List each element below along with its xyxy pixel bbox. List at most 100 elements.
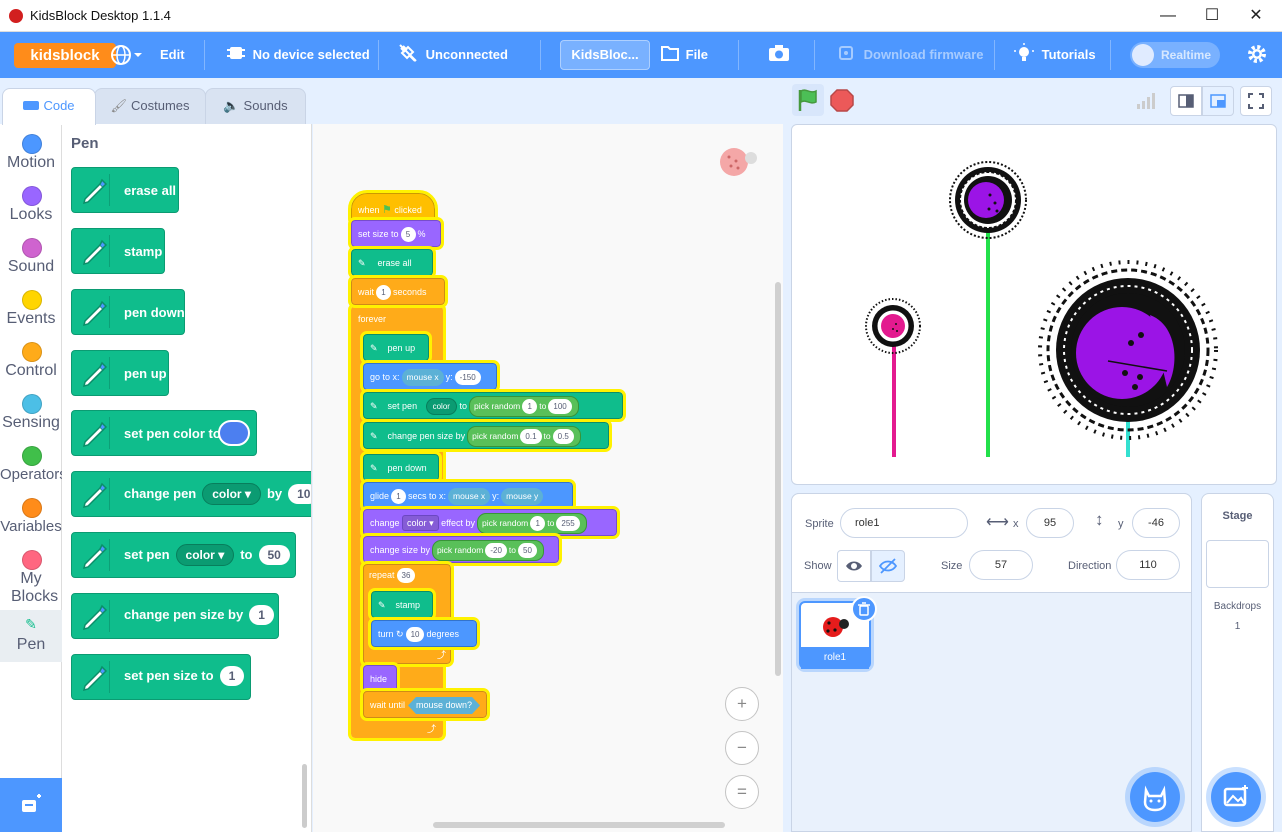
number-input[interactable]: 1 <box>391 489 407 504</box>
number-input[interactable]: -150 <box>454 370 481 385</box>
param-dropdown[interactable]: color ▾ <box>175 544 235 566</box>
turn-block[interactable]: turn ↻ 10 degrees <box>368 617 480 650</box>
zoom-reset-button[interactable]: = <box>725 775 759 809</box>
number-input[interactable]: 1 <box>376 285 392 300</box>
tab-code[interactable]: Code <box>2 88 96 125</box>
change-pen-size-block[interactable]: ✎ change pen size by pick random 0.1 to 0.5 <box>360 419 612 452</box>
number-input[interactable]: 50 <box>518 543 537 558</box>
vertical-scrollbar[interactable] <box>775 282 781 676</box>
script-workspace[interactable]: when ⚑ clicked set size to 5% ✎ erase all … <box>313 124 783 832</box>
category-sound[interactable]: Sound <box>0 232 62 284</box>
number-input[interactable]: 1 <box>530 516 546 531</box>
green-flag-button[interactable] <box>792 84 824 116</box>
pick-random-reporter[interactable]: pick random -20 to 50 <box>432 540 544 561</box>
param-dropdown[interactable]: color ▾ <box>202 483 261 505</box>
number-input[interactable]: 0.5 <box>552 429 574 444</box>
pen-up-block[interactable]: ✎ pen up <box>360 331 432 364</box>
edit-menu[interactable]: Edit <box>160 32 185 78</box>
set-pen-param-block[interactable]: ✎ set pen color to pick random 1 to 100 <box>360 389 626 422</box>
palette-scrollbar[interactable] <box>302 764 307 828</box>
horizontal-scrollbar[interactable] <box>433 822 725 828</box>
small-stage-button[interactable] <box>1170 86 1202 116</box>
number-input[interactable]: 0.1 <box>520 429 542 444</box>
tab-costumes[interactable]: 🖌 Costumes <box>94 88 206 124</box>
category-operators[interactable]: Operators <box>0 440 67 492</box>
palette-block-change-pen-size[interactable]: change pen size by 1 <box>71 593 279 639</box>
close-button[interactable]: ✕ <box>1236 4 1276 28</box>
palette-block-stamp[interactable]: stamp <box>71 228 165 274</box>
add-backdrop-button[interactable] <box>1211 772 1261 822</box>
when-flag-clicked-block[interactable]: when ⚑ clicked <box>348 190 438 226</box>
direction-field[interactable]: 110 <box>1116 550 1180 580</box>
number-input[interactable]: 50 <box>258 545 290 565</box>
number-input[interactable]: -20 <box>485 543 507 558</box>
pen-down-block[interactable]: ✎ pen down <box>360 451 442 484</box>
stop-button[interactable] <box>826 84 858 116</box>
category-looks[interactable]: Looks <box>0 180 62 232</box>
screenshot-button[interactable] <box>768 32 790 78</box>
connection-button[interactable]: Unconnected <box>398 32 508 78</box>
effect-dropdown[interactable]: color ▾ <box>402 515 439 531</box>
number-input[interactable]: 255 <box>556 516 580 531</box>
pick-random-reporter[interactable]: pick random 1 to 100 <box>468 396 579 417</box>
number-input[interactable]: 1 <box>219 666 245 686</box>
realtime-toggle[interactable]: Realtime <box>1130 42 1220 68</box>
palette-block-pen-up[interactable]: pen up <box>71 350 169 396</box>
x-field[interactable]: 95 <box>1026 508 1074 538</box>
change-size-block[interactable]: change size by pick random -20 to 50 <box>360 533 562 566</box>
palette-block-set-pen-color[interactable]: set pen color to <box>71 410 257 456</box>
show-visible-button[interactable] <box>837 550 871 582</box>
pick-random-reporter[interactable]: pick random 0.1 to 0.5 <box>467 426 581 447</box>
settings-button[interactable] <box>1246 32 1268 78</box>
show-hidden-button[interactable] <box>871 550 905 582</box>
category-control[interactable]: Control <box>0 336 62 388</box>
number-input[interactable]: 10 <box>288 484 311 504</box>
category-pen[interactable]: ✎ Pen <box>0 610 62 662</box>
number-input[interactable]: 5 <box>400 227 416 242</box>
category-events[interactable]: Events <box>0 284 62 336</box>
set-size-block[interactable]: set size to 5% <box>348 217 444 250</box>
number-input[interactable]: 10 <box>405 627 425 642</box>
number-input[interactable]: 36 <box>396 568 416 583</box>
color-swatch[interactable] <box>218 420 250 446</box>
category-motion[interactable]: Motion <box>0 128 62 180</box>
erase-all-block[interactable]: ✎ erase all <box>348 246 436 279</box>
number-input[interactable]: 1 <box>249 605 274 625</box>
stamp-block[interactable]: ✎ stamp <box>368 588 436 621</box>
palette-block-pen-down[interactable]: pen down <box>71 289 185 335</box>
wait-until-block[interactable]: wait until mouse down? <box>360 688 490 721</box>
device-selector[interactable]: No device selected <box>226 32 370 78</box>
change-effect-block[interactable]: change color ▾ effect by pick random 1 to 25… <box>360 506 620 539</box>
add-sprite-button[interactable] <box>1130 772 1180 822</box>
project-title-field[interactable]: KidsBloc... <box>560 40 650 70</box>
param-dropdown[interactable]: color <box>425 398 457 415</box>
mouse-y-reporter[interactable]: mouse y <box>501 488 544 505</box>
download-firmware-button[interactable]: Download firmware <box>836 32 984 78</box>
large-stage-button[interactable] <box>1202 86 1234 116</box>
glide-block[interactable]: glide 1 secs to x: mouse x y: mouse y <box>360 479 576 512</box>
mouse-x-reporter[interactable]: mouse x <box>401 369 444 386</box>
category-variables[interactable]: Variables <box>0 492 62 544</box>
wait-block[interactable]: wait 1 seconds <box>348 275 448 308</box>
language-button[interactable] <box>110 32 146 78</box>
minimize-button[interactable]: — <box>1148 4 1188 28</box>
stage-thumbnail[interactable] <box>1206 540 1269 588</box>
y-field[interactable]: -46 <box>1132 508 1180 538</box>
fullscreen-button[interactable] <box>1240 86 1272 116</box>
palette-block-set-pen-size[interactable]: set pen size to 1 <box>71 654 251 700</box>
size-field[interactable]: 57 <box>969 550 1033 580</box>
hide-block[interactable]: hide <box>360 662 400 695</box>
number-input[interactable]: 1 <box>522 399 538 414</box>
category-sensing[interactable]: Sensing <box>0 388 62 440</box>
mouse-down-reporter[interactable]: mouse down? <box>408 697 480 714</box>
sprite-name-field[interactable]: role1 <box>840 508 968 538</box>
maximize-button[interactable]: ☐ <box>1192 4 1232 28</box>
delete-sprite-button[interactable] <box>851 596 877 622</box>
zoom-out-button[interactable]: − <box>725 731 759 765</box>
palette-block-set-pen-param[interactable]: set pen color ▾ to 50 <box>71 532 296 578</box>
palette-block-erase-all[interactable]: erase all <box>71 167 179 213</box>
tab-sounds[interactable]: 🔈 Sounds <box>205 88 306 124</box>
go-to-xy-block[interactable]: go to x: mouse x y: -150 <box>360 360 500 393</box>
pick-random-reporter[interactable]: pick random 1 to 255 <box>476 513 587 534</box>
number-input[interactable]: 100 <box>548 399 572 414</box>
